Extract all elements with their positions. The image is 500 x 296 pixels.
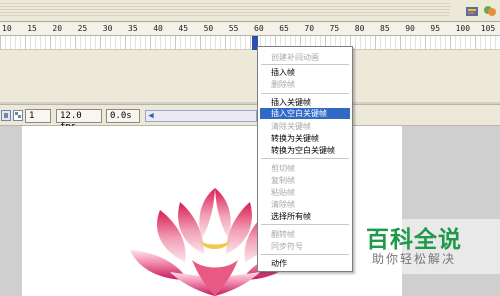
menu-item: 翻转帧 bbox=[271, 230, 295, 239]
frame-context-menu: 创建补间动画插入帧删除帧插入关键帧 插入空白关键帧清除关键帧转换为关键帧 转换为空白… bbox=[257, 46, 353, 272]
edit-scene-icon[interactable] bbox=[465, 4, 479, 18]
timeline-header bbox=[0, 0, 500, 22]
menu-separator bbox=[261, 224, 349, 225]
ruler-tick-label: 40 bbox=[153, 24, 163, 33]
frame-cell-grid bbox=[0, 36, 500, 50]
ruler-tick-label: 95 bbox=[430, 24, 441, 33]
menu-item[interactable]: 转换为空白关键帧 bbox=[260, 145, 350, 156]
timeline-status-bar: 1 12.0 fps 0.0s ◀ bbox=[0, 104, 500, 132]
ruler-tick-label: 100 bbox=[455, 24, 471, 33]
ruler-tick-label: 25 bbox=[77, 24, 88, 33]
menu-item[interactable]: 插入关键帧 bbox=[260, 97, 350, 108]
ruler-tick-label: 90 bbox=[405, 24, 415, 33]
menu-separator bbox=[261, 158, 349, 159]
ruler-tick-label: 50 bbox=[203, 24, 214, 33]
watermark-title: 百科全说 bbox=[366, 227, 462, 253]
ruler-tick-label: 75 bbox=[329, 24, 340, 33]
menu-item: 粘贴帧 bbox=[271, 188, 295, 197]
timeline-layer-area[interactable] bbox=[0, 50, 500, 102]
current-frame-value: 1 bbox=[29, 111, 35, 121]
ruler-tick-label: 15 bbox=[27, 24, 37, 33]
elapsed-time-field: 0.0s bbox=[106, 109, 140, 123]
ruler-tick-label: 55 bbox=[228, 24, 239, 33]
menu-item[interactable]: 转换为关键帧 bbox=[260, 133, 350, 144]
ruler-tick-label: 65 bbox=[279, 24, 289, 33]
current-frame-field: 1 bbox=[25, 109, 51, 123]
menu-item: 清除关键帧 bbox=[271, 122, 311, 131]
ruler-tick-label: 60 bbox=[254, 24, 264, 33]
frame-rate-field[interactable]: 12.0 fps bbox=[56, 109, 102, 132]
menu-item: 创建补间动画 bbox=[271, 53, 319, 62]
ruler-tick-label: 10 bbox=[2, 24, 12, 33]
menu-separator bbox=[261, 64, 349, 65]
ruler-tick-label: 70 bbox=[304, 24, 315, 33]
menu-item: 剪切帧 bbox=[271, 164, 295, 173]
menu-item[interactable]: 插入帧 bbox=[260, 67, 350, 78]
ruler-tick-label: 105 bbox=[480, 24, 496, 33]
timeline-horizontal-scrollbar[interactable] bbox=[145, 110, 257, 122]
watermark-subtitle: 助你轻松解决 bbox=[372, 252, 457, 266]
ruler-tick-label: 35 bbox=[128, 24, 138, 33]
frame-cells[interactable] bbox=[0, 36, 500, 50]
menu-item[interactable]: 插入空白关键帧 bbox=[260, 108, 350, 119]
menu-separator bbox=[261, 93, 349, 94]
header-lines bbox=[0, 3, 450, 17]
menu-item: 同步符号 bbox=[271, 242, 303, 251]
menu-item[interactable]: 动作 bbox=[260, 258, 350, 269]
ruler-tick-label: 85 bbox=[380, 24, 390, 33]
elapsed-time-value: 0.0s bbox=[110, 111, 132, 121]
menu-separator bbox=[261, 254, 349, 255]
ruler-tick-label: 45 bbox=[178, 24, 189, 33]
frame-ruler[interactable]: 10 15 20 25 30 35 40 45 50 55 60 65 70 75 80 85 90 95 100 1… bbox=[0, 22, 500, 36]
edit-symbol-icon[interactable] bbox=[483, 4, 497, 18]
menu-item: 复制帧 bbox=[271, 176, 295, 185]
ruler-tick-label: 80 bbox=[354, 24, 365, 33]
ruler-tick-label: 30 bbox=[102, 24, 113, 33]
center-frame-icon[interactable] bbox=[1, 110, 11, 121]
ruler-tick-label: 20 bbox=[52, 24, 63, 33]
menu-item: 清除帧 bbox=[271, 200, 295, 209]
menu-item: 删除帧 bbox=[271, 80, 295, 89]
onion-skin-icon[interactable] bbox=[13, 110, 23, 121]
menu-item[interactable]: 选择所有帧 bbox=[260, 211, 350, 222]
scroll-left-arrow-icon[interactable]: ◀ bbox=[146, 111, 156, 121]
